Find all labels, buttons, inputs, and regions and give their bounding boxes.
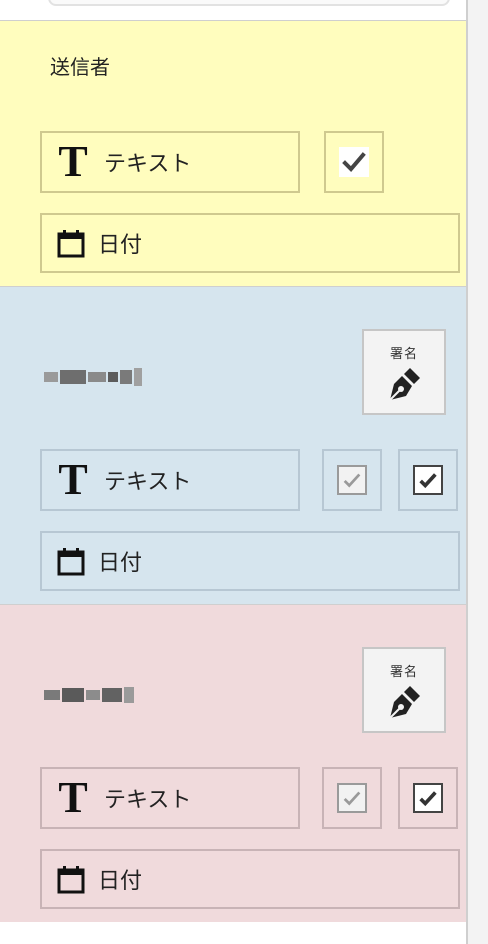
date-field-button[interactable]: 日付	[40, 531, 460, 591]
date-field-label: 日付	[98, 550, 143, 575]
text-icon: T	[58, 773, 88, 822]
signature-field-button[interactable]: 署名	[362, 647, 446, 733]
calendar-icon	[57, 866, 85, 894]
calendar-icon	[57, 230, 85, 258]
text-field-label: テキスト	[104, 787, 192, 812]
signature-label: 署名	[389, 346, 418, 361]
text-field-button[interactable]: T テキスト	[40, 449, 300, 511]
text-field-button[interactable]: T テキスト	[40, 131, 300, 193]
signer-block-sender: 送信者 T テキスト 日付	[0, 20, 466, 286]
checkbox	[413, 783, 443, 813]
date-field-label: 日付	[98, 232, 143, 257]
text-field-label: テキスト	[104, 469, 192, 494]
search-input[interactable]	[48, 0, 450, 6]
checkbox-field-button-disabled[interactable]	[322, 767, 382, 829]
checkmark-icon	[343, 473, 361, 488]
checkbox-field-button-disabled[interactable]	[322, 449, 382, 511]
pen-nib-icon	[389, 686, 420, 719]
checkbox-field-button[interactable]	[398, 767, 458, 829]
pen-nib-icon	[389, 368, 420, 401]
signature-label: 署名	[389, 664, 418, 679]
field-palette-panel: 送信者 T テキスト 日付 署名 T テキスト 日付 署名 T テキスト 日付	[0, 0, 468, 944]
checkbox-field-button[interactable]	[324, 131, 384, 193]
checkbox-faded	[337, 465, 367, 495]
date-field-button[interactable]: 日付	[40, 849, 460, 909]
text-field-label: テキスト	[104, 151, 192, 176]
checkbox	[413, 465, 443, 495]
checkmark-icon	[343, 791, 361, 806]
text-field-button[interactable]: T テキスト	[40, 767, 300, 829]
text-icon: T	[58, 137, 88, 186]
date-field-button[interactable]: 日付	[40, 213, 460, 273]
redacted-signer-name	[44, 363, 144, 391]
text-icon: T	[58, 455, 88, 504]
checkbox-faded	[337, 783, 367, 813]
checkbox	[339, 147, 369, 177]
calendar-icon	[57, 548, 85, 576]
signer-block-2: 署名 T テキスト 日付	[0, 286, 466, 604]
signature-field-button[interactable]: 署名	[362, 329, 446, 415]
redacted-signer-name	[44, 681, 136, 709]
date-field-label: 日付	[98, 868, 143, 893]
signer-name: 送信者	[50, 57, 110, 79]
checkbox-field-button[interactable]	[398, 449, 458, 511]
checkmark-icon	[419, 473, 437, 489]
checkmark-icon	[342, 152, 366, 172]
signer-block-3: 署名 T テキスト 日付	[0, 604, 466, 922]
checkmark-icon	[419, 791, 437, 807]
